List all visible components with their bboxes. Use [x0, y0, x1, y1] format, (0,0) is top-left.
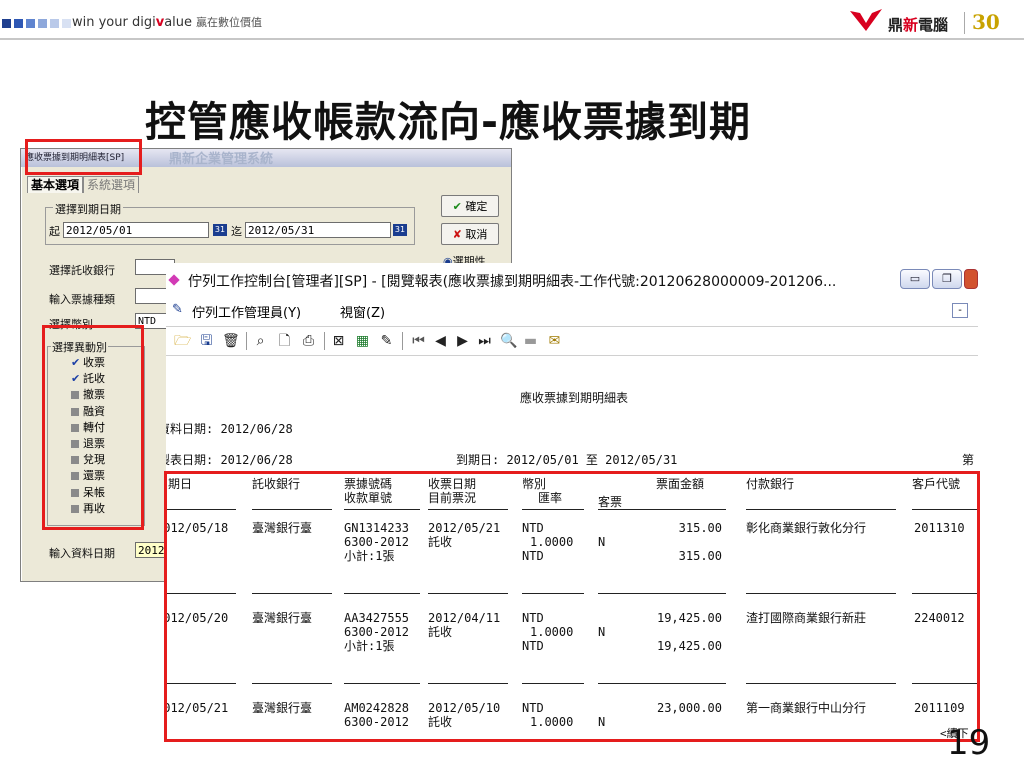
company-logo-text: 鼎新電腦	[888, 16, 949, 34]
report-due-range: 到期日: 2012/05/01 至 2012/05/31	[456, 453, 678, 467]
window-close-button[interactable]	[964, 269, 978, 289]
input-date-label: 輸入資料日期	[49, 547, 115, 560]
cancel-button[interactable]: ✘ 取消	[441, 223, 499, 245]
color-block	[14, 19, 23, 28]
report-data-date: 資料日期: 2012/06/28	[166, 422, 293, 436]
prev-page-icon[interactable]: ◀	[432, 333, 449, 350]
window-restore-button[interactable]: ❐	[932, 269, 962, 289]
slide-page-number: 19	[947, 723, 991, 763]
to-date-input[interactable]: 2012/05/31	[245, 222, 391, 238]
find-icon[interactable]: 🔍	[500, 333, 517, 350]
highlight-change-types	[42, 325, 144, 530]
calendar-icon[interactable]: 31	[213, 224, 227, 236]
first-page-icon[interactable]: ⏮	[410, 333, 427, 350]
window-titlebar: 佇列工作控制台[管理者][SP] - [閱覽報表(應收票據到期明細表-工作代號:…	[166, 263, 978, 297]
toolbar-separator	[324, 332, 325, 350]
report-print-date: 製表日期: 2012/06/28	[166, 453, 293, 467]
calendar-icon[interactable]: 31	[393, 224, 407, 236]
save-icon[interactable]: 🖫	[198, 333, 215, 350]
dialog-tabs: 基本選項 系統選項	[27, 176, 140, 193]
next-page-icon[interactable]: ▶	[454, 333, 471, 350]
header-color-blocks	[2, 19, 71, 28]
anniversary-30-logo: 30	[972, 10, 1000, 34]
toolbar-separator	[402, 332, 403, 350]
menu-bar: ✎ 佇列工作管理員(Y) 視窗(Z) -	[166, 298, 978, 322]
print-icon[interactable]: ⎙	[300, 333, 317, 350]
toolbar-separator	[246, 332, 247, 350]
header-divider	[0, 38, 1024, 40]
brand-chinese: 贏在數位價值	[196, 16, 263, 29]
from-date-input[interactable]: 2012/05/01	[63, 222, 209, 238]
color-block	[38, 19, 47, 28]
report-page-label: 第	[962, 453, 975, 467]
confirm-button[interactable]: ✔ 確定	[441, 195, 499, 217]
due-date-group-label: 選擇到期日期	[53, 201, 123, 217]
color-block	[50, 19, 59, 28]
slide-title: 控管應收帳款流向-應收票據到期	[145, 98, 752, 146]
dsc-logo-icon	[850, 9, 882, 31]
brand-v-mark: v	[155, 15, 165, 30]
menu-queue-manager[interactable]: 佇列工作管理員(Y)	[192, 302, 301, 321]
color-block	[62, 19, 71, 28]
zoom-bar-icon: ▬	[523, 333, 538, 349]
window-title: 佇列工作控制台[管理者][SP] - [閱覽報表(應收票據到期明細表-工作代號:…	[188, 274, 837, 290]
brand-slogan: win your digivalue 贏在數位價值	[72, 15, 263, 30]
export-icon[interactable]: ⊠	[330, 333, 347, 350]
tab-basic-options[interactable]: 基本選項	[27, 176, 84, 193]
highlight-report-table	[164, 471, 980, 742]
last-page-icon[interactable]: ⏭	[476, 333, 493, 350]
edit-icon[interactable]: ✎	[378, 333, 395, 350]
app-diamond-icon	[168, 274, 180, 286]
preview-icon[interactable]: 🗋	[276, 333, 293, 350]
mail-icon[interactable]: ✉	[546, 333, 563, 350]
pencil-icon: ✎	[172, 302, 183, 317]
dialog-ghost-title: 鼎新企業管理系統	[169, 152, 274, 167]
tab-system-options[interactable]: 系統選項	[83, 176, 140, 193]
search-icon[interactable]: ⌕	[252, 333, 269, 350]
to-label: 迄	[231, 225, 242, 238]
delete-icon[interactable]: 🗑	[222, 333, 240, 350]
window-minimize-button[interactable]: ▭	[900, 269, 930, 289]
export-excel-icon[interactable]: ▦	[354, 333, 371, 350]
from-label: 起	[49, 225, 60, 238]
bill-type-label: 輸入票據種類	[49, 293, 115, 306]
report-title: 應收票據到期明細表	[520, 391, 629, 405]
logo-separator	[964, 12, 965, 34]
toolbar: 🗁 🖫 🗑 ⌕ 🗋 ⎙ ⊠ ▦ ✎ ⏮ ◀ ▶ ⏭ 🔍 ▬ ✉	[166, 326, 978, 356]
close-icon: ✘	[452, 228, 462, 241]
highlight-dialog-title	[25, 139, 142, 175]
check-icon: ✔	[452, 200, 462, 213]
color-block	[26, 19, 35, 28]
inner-minimize-button[interactable]: -	[952, 303, 968, 318]
menu-window[interactable]: 視窗(Z)	[340, 302, 385, 321]
color-block	[2, 19, 11, 28]
bank-label: 選擇託收銀行	[49, 264, 115, 277]
open-folder-icon[interactable]: 🗁	[174, 333, 191, 350]
